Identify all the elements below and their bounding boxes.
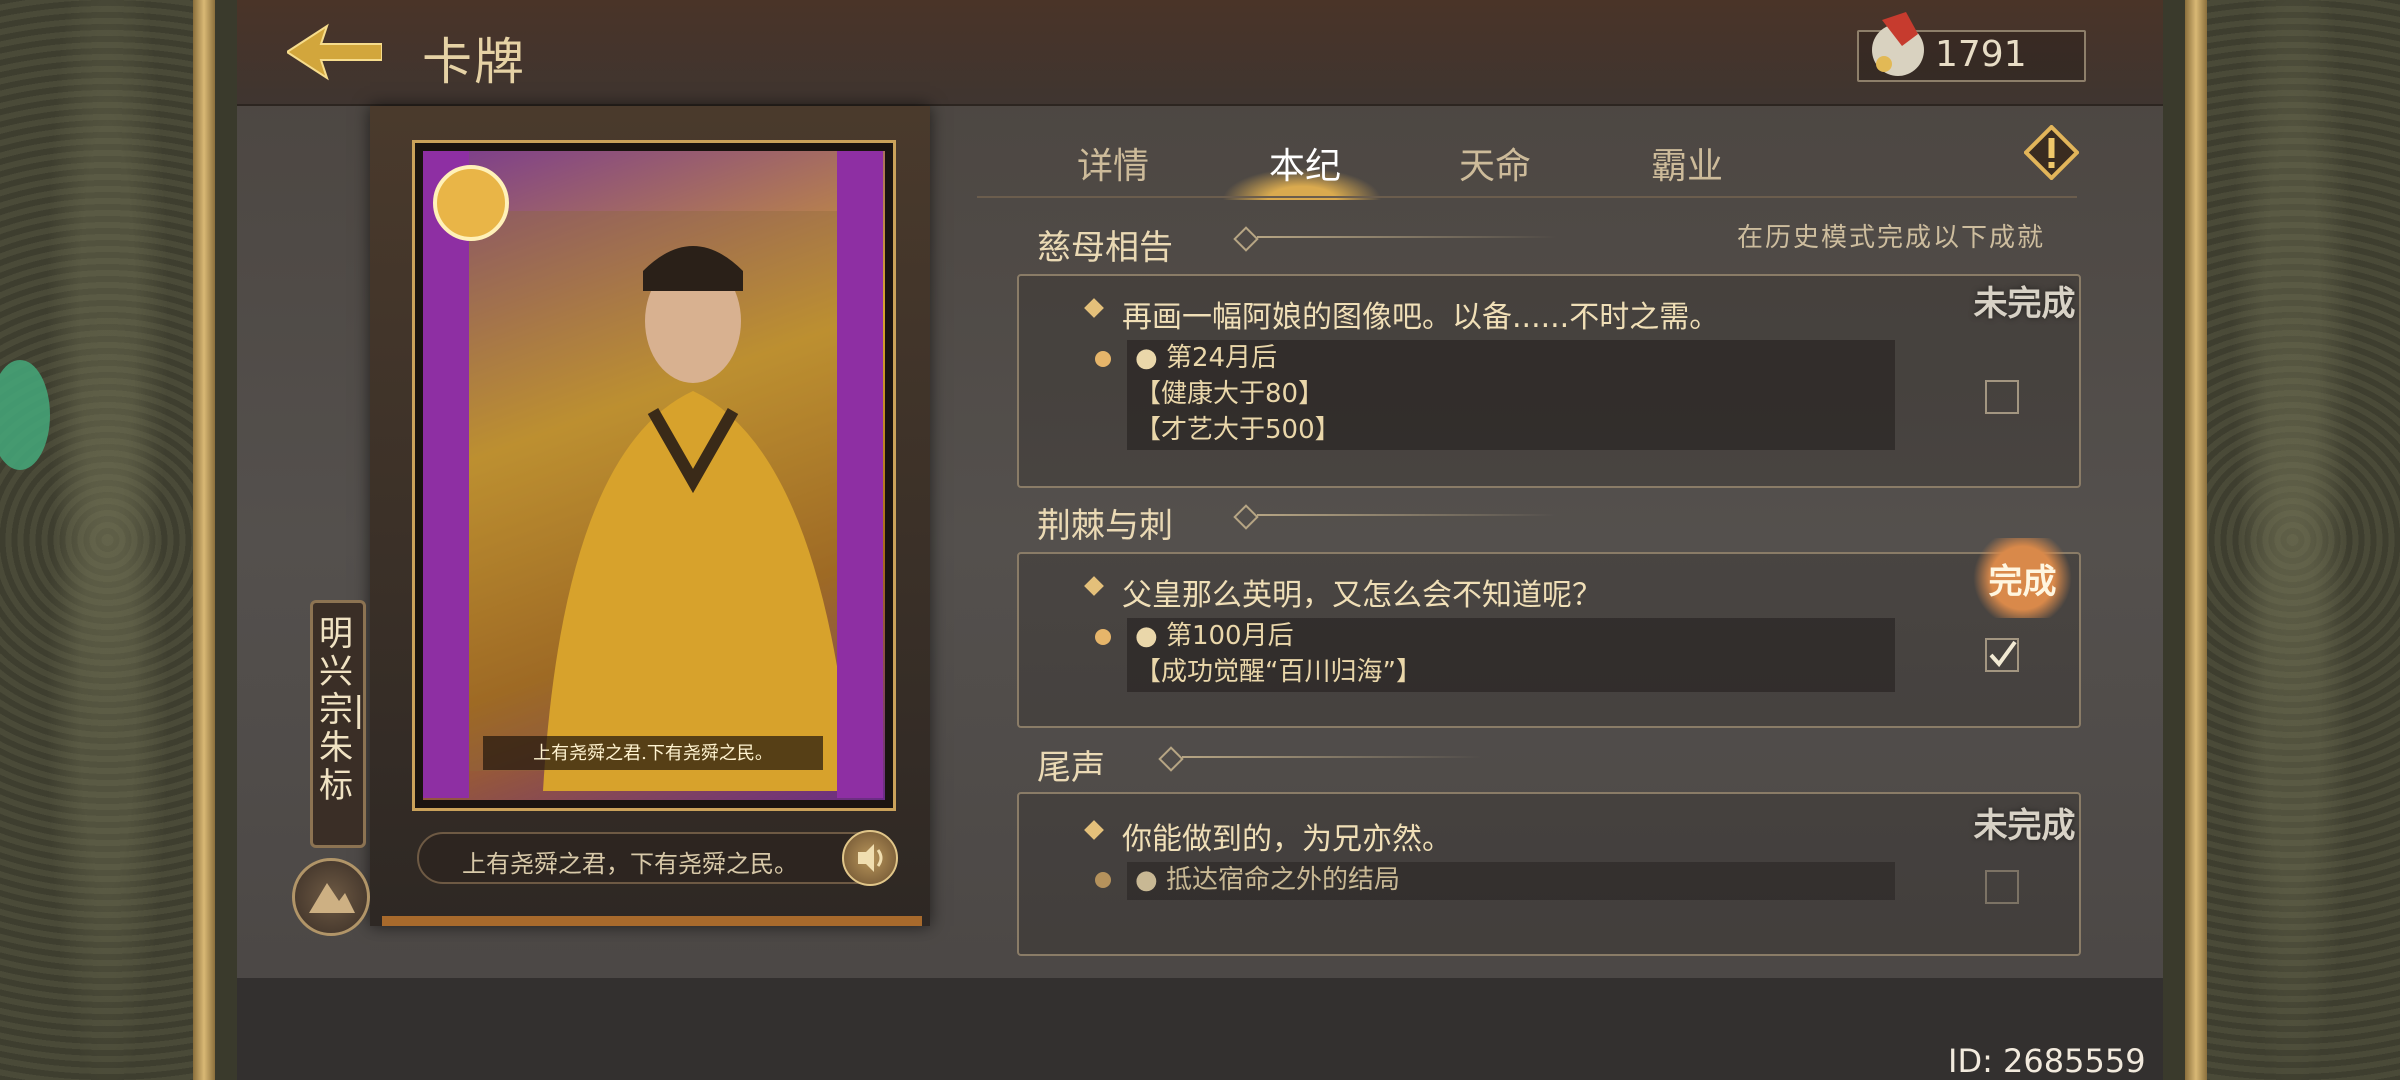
condition-line: 【才艺大于500】 xyxy=(1135,415,1341,445)
right-gold-edge xyxy=(2185,0,2207,1080)
quest-text: 父皇那么英明，又怎么会不知道呢？ xyxy=(1122,578,1602,613)
back-button[interactable] xyxy=(285,22,383,82)
left-dragon-border xyxy=(0,0,215,1080)
main-panel: 卡牌 1791 明兴宗|朱标 上有尧舜之君.下有尧舜之民。 上有尧舜之君，下有尧… xyxy=(237,0,2163,1080)
tab-details[interactable]: 详情 xyxy=(1077,137,1149,189)
condition-dot xyxy=(1095,629,1111,645)
tab-destiny[interactable]: 天命 xyxy=(1459,137,1531,189)
achievement-checkbox[interactable] xyxy=(1985,380,2019,414)
condition-box: ● 第24月后 【健康大于80】 【才艺大于500】 xyxy=(1127,340,1895,450)
section-divider xyxy=(1257,514,1557,516)
achievement-checkbox-checked[interactable] xyxy=(1985,638,2019,672)
section-divider xyxy=(1257,236,1557,238)
currency-value: 1791 xyxy=(1935,34,2027,75)
achievement-checkbox[interactable] xyxy=(1985,870,2019,904)
checkmark-icon xyxy=(1989,640,2017,668)
tab-annals[interactable]: 本纪 xyxy=(1269,137,1341,189)
back-arrow-icon xyxy=(285,23,383,81)
right-dragon-border xyxy=(2185,0,2400,1080)
section-ornament xyxy=(1233,504,1259,530)
card-portrait: 上有尧舜之君.下有尧舜之民。 xyxy=(423,151,885,800)
condition-dot xyxy=(1095,872,1111,888)
warning-diamond-icon xyxy=(2023,124,2080,181)
section-divider xyxy=(1182,756,1482,758)
section-title: 尾声 xyxy=(1037,748,1105,788)
section-ornament xyxy=(1233,226,1259,252)
speaker-icon xyxy=(858,844,883,872)
section-ornament xyxy=(1158,746,1184,772)
incomplete-stamp: 未完成 xyxy=(1973,283,2076,324)
card-quote: 上有尧舜之君，下有尧舜之民。 xyxy=(462,850,798,878)
condition-box: ● 抵达宿命之外的结局 xyxy=(1127,862,1895,900)
condition-dot xyxy=(1095,351,1111,367)
page-title: 卡牌 xyxy=(422,33,526,91)
left-gold-edge xyxy=(193,0,215,1080)
condition-line: ● 第100月后 xyxy=(1135,621,1294,651)
user-id: ID: 2685559 xyxy=(1948,1042,2146,1080)
mountain-icon xyxy=(309,883,355,913)
quest-text: 再画一幅阿娘的图像吧。以备......不时之需。 xyxy=(1122,300,1720,335)
history-mode-note: 在历史模式完成以下成就 xyxy=(1737,223,2046,253)
complete-stamp: 完成 xyxy=(1965,538,2080,618)
card-name: 明兴宗|朱标 xyxy=(319,614,365,806)
section-title: 荆棘与刺 xyxy=(1037,506,1173,546)
condition-line: ● 第24月后 xyxy=(1135,343,1278,373)
card-progress-bar xyxy=(382,916,922,926)
top-bar: 卡牌 1791 xyxy=(237,0,2163,106)
mountain-emblem[interactable] xyxy=(292,858,370,936)
card-inner-caption: 上有尧舜之君.下有尧舜之民。 xyxy=(533,743,773,764)
section-title: 慈母相告 xyxy=(1037,228,1173,268)
incomplete-stamp: 未完成 xyxy=(1973,805,2076,846)
quest-text: 你能做到的，为兄亦然。 xyxy=(1122,822,1452,857)
condition-line: ● 抵达宿命之外的结局 xyxy=(1135,865,1400,895)
phoenix-feather-icon xyxy=(1862,12,1928,82)
speaker-button[interactable] xyxy=(842,830,898,886)
card-portrait-frame[interactable]: 上有尧舜之君.下有尧舜之民。 xyxy=(412,140,896,811)
info-button[interactable] xyxy=(2023,124,2080,181)
tab-hegemony[interactable]: 霸业 xyxy=(1651,137,1723,189)
condition-box: ● 第100月后 【成功觉醒“百川归海”】 xyxy=(1127,618,1895,692)
tab-underline xyxy=(977,196,2077,198)
bottom-band xyxy=(237,978,2163,1080)
condition-line: 【健康大于80】 xyxy=(1135,379,1325,409)
condition-line: 【成功觉醒“百川归海”】 xyxy=(1135,657,1422,687)
